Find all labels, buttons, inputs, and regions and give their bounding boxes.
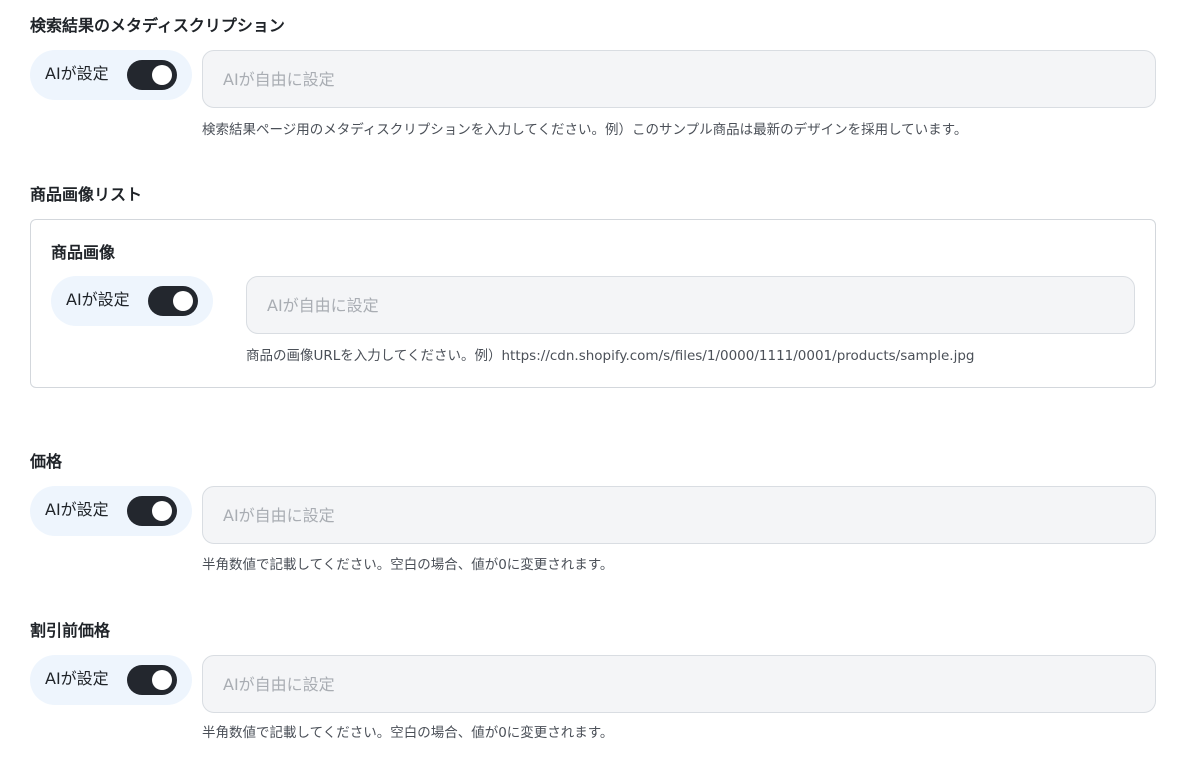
product-image-input[interactable] <box>246 276 1135 334</box>
toggle-switch[interactable] <box>127 496 177 526</box>
toggle-switch[interactable] <box>148 286 198 316</box>
toggle-knob <box>152 65 172 85</box>
ai-toggle-label: AIが設定 <box>45 669 109 688</box>
ai-toggle-label: AIが設定 <box>45 500 109 519</box>
product-image-help: 商品の画像URLを入力してください。例）https://cdn.shopify.… <box>246 348 975 364</box>
toggle-switch[interactable] <box>127 60 177 90</box>
product-image-ai-toggle[interactable]: AIが設定 <box>51 276 213 326</box>
price-title: 価格 <box>30 452 63 471</box>
price-help: 半角数値で記載してください。空白の場合、値が0に変更されます。 <box>202 557 614 573</box>
compare-price-help: 半角数値で記載してください。空白の場合、値が0に変更されます。 <box>202 725 614 741</box>
price-ai-toggle[interactable]: AIが設定 <box>30 486 192 536</box>
toggle-knob <box>152 501 172 521</box>
compare-price-title: 割引前価格 <box>30 621 111 640</box>
compare-price-input[interactable] <box>202 655 1156 713</box>
price-input[interactable] <box>202 486 1156 544</box>
meta-description-ai-toggle[interactable]: AIが設定 <box>30 50 192 100</box>
toggle-knob <box>173 291 193 311</box>
meta-description-title: 検索結果のメタディスクリプション <box>30 16 285 35</box>
toggle-knob <box>152 670 172 690</box>
ai-toggle-label: AIが設定 <box>66 290 130 309</box>
toggle-switch[interactable] <box>127 665 177 695</box>
ai-toggle-label: AIが設定 <box>45 64 109 83</box>
image-list-card: 商品画像 AIが設定 商品の画像URLを入力してください。例）https://c… <box>30 219 1156 388</box>
compare-price-ai-toggle[interactable]: AIが設定 <box>30 655 192 705</box>
product-image-title: 商品画像 <box>51 243 116 262</box>
meta-description-help: 検索結果ページ用のメタディスクリプションを入力してください。例）このサンプル商品… <box>202 122 968 138</box>
meta-description-input[interactable] <box>202 50 1156 108</box>
image-list-title: 商品画像リスト <box>30 185 143 204</box>
